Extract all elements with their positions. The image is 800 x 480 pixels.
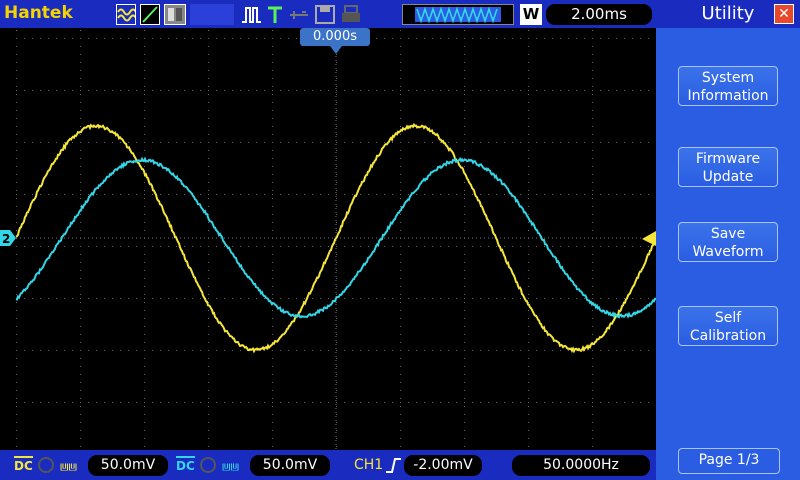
memory-depth-indicator: [402, 4, 514, 25]
ch2-marker-label: 2: [2, 232, 10, 246]
pulse-icon: [240, 4, 262, 25]
firmware-update-button[interactable]: Firmware Update: [678, 147, 778, 187]
utility-menu-panel: Utility ✕ System Information Firmware Up…: [656, 0, 800, 480]
bottom-status-bar: DC ⩏⩏ 50.0mV DC ⩏⩏ 50.0mV CH1 -2.00mV 50…: [0, 450, 656, 480]
acquisition-mode-badge: W: [520, 4, 542, 25]
self-calibration-button[interactable]: Self Calibration: [678, 306, 778, 346]
trigger-position-readout: 0.000s: [300, 28, 370, 46]
system-information-button[interactable]: System Information: [678, 66, 778, 106]
ramp-icon: [140, 4, 160, 25]
ch2-coupling-icon: DC: [176, 456, 195, 474]
waveform-display[interactable]: 2: [0, 28, 656, 450]
frequency-readout: 50.0000Hz: [512, 455, 650, 476]
ch1-volts-readout: 50.0mV: [88, 455, 168, 476]
trigger-level-marker: [642, 231, 656, 246]
trigger-level-readout: -2.00mV: [404, 455, 482, 476]
wave-icon: [116, 4, 136, 25]
page-indicator-button[interactable]: Page 1/3: [678, 448, 780, 474]
empty-status-slot: [190, 4, 234, 25]
rising-edge-icon: [384, 456, 402, 478]
ch2-bandwidth-icon: [200, 457, 216, 473]
brand-logo: Hantek: [4, 3, 73, 23]
ch2-ac-icon: ⩏⩏: [222, 457, 239, 475]
ch1-bandwidth-icon: [38, 457, 54, 473]
display-mode-icon: [164, 4, 186, 25]
usb-icon: [288, 4, 310, 25]
ch2-volts-readout: 50.0mV: [250, 455, 330, 476]
close-icon[interactable]: ✕: [774, 4, 794, 24]
trigger-position-marker: [330, 46, 342, 54]
top-status-bar: Hantek W 2.00ms: [0, 0, 656, 28]
save-disk-icon: [314, 4, 336, 25]
ch1-ac-icon: ⩏⩏: [60, 457, 77, 475]
ch1-coupling-icon: DC: [14, 456, 33, 474]
save-waveform-button[interactable]: Save Waveform: [678, 222, 778, 262]
printer-icon: [340, 4, 362, 25]
trigger-source-label: CH1: [354, 457, 383, 473]
timebase-readout: 2.00ms: [546, 4, 652, 25]
waveform-canvas: 2: [0, 28, 656, 450]
trigger-t-icon: [266, 4, 284, 25]
